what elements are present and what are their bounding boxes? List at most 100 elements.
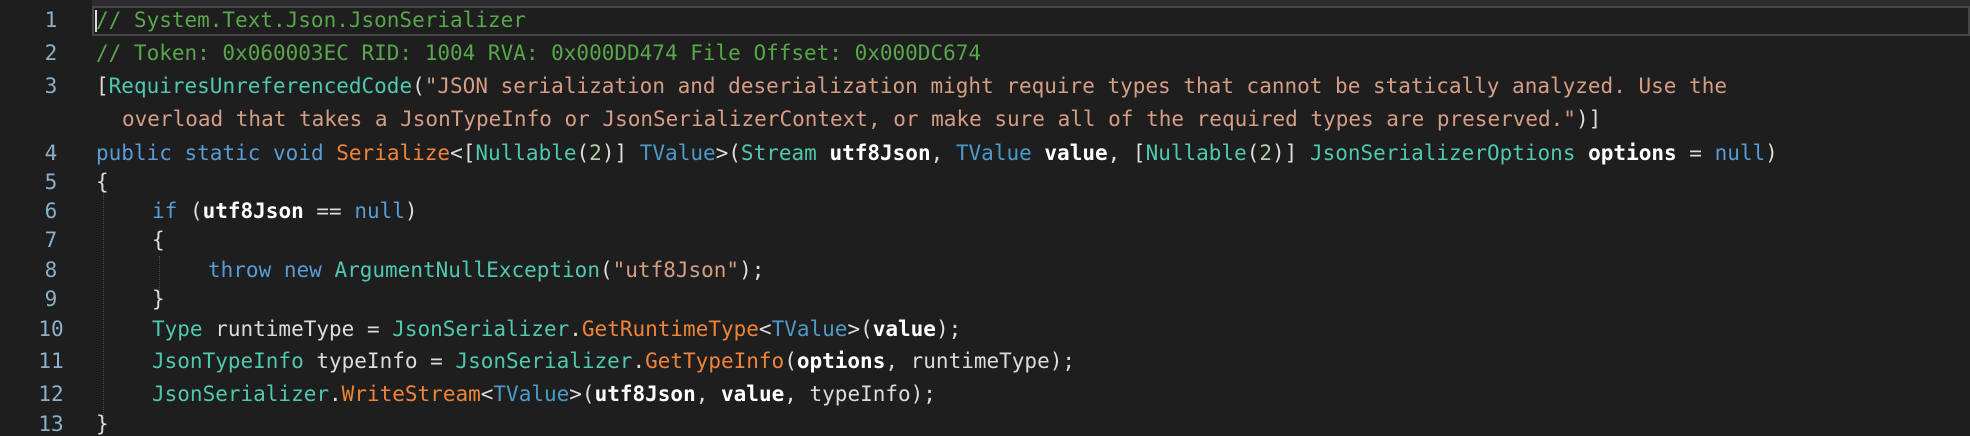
- attribute-name: RequiresUnreferencedCode: [108, 74, 413, 98]
- code-line-3-wrap[interactable]: overload that takes a JsonTypeInfo or Js…: [122, 104, 1601, 134]
- punct: (: [599, 258, 613, 282]
- keyword: public: [96, 141, 172, 165]
- code-line-9[interactable]: }: [152, 284, 165, 314]
- punct: (: [576, 141, 590, 165]
- attribute-name: Nullable: [475, 141, 577, 165]
- type-name: ArgumentNullException: [334, 258, 600, 282]
- punct: (: [1246, 141, 1260, 165]
- class-name: JsonSerializer: [455, 349, 633, 373]
- keyword: null: [1714, 141, 1766, 165]
- parameter: utf8Json: [594, 382, 696, 406]
- punct: .: [569, 317, 582, 341]
- variable-decl: runtimeType =: [202, 317, 393, 341]
- punct: <[: [450, 141, 476, 165]
- brace: {: [152, 228, 165, 252]
- punct: >(: [569, 382, 595, 406]
- method-name: GetTypeInfo: [645, 349, 785, 373]
- punct: ,: [930, 141, 956, 165]
- class-name: JsonSerializer: [152, 382, 330, 406]
- method-name: GetRuntimeType: [581, 317, 759, 341]
- code-line-8[interactable]: throw new ArgumentNullException("utf8Jso…: [208, 255, 764, 285]
- paren: (: [412, 74, 425, 98]
- code-line-10[interactable]: Type runtimeType = JsonSerializer.GetRun…: [152, 314, 961, 344]
- punct: >(: [847, 317, 873, 341]
- keyword: throw: [208, 258, 272, 282]
- keyword: if: [152, 199, 178, 223]
- punct: ,: [695, 382, 722, 406]
- punct: );: [935, 317, 962, 341]
- punct: , typeInfo);: [784, 382, 936, 406]
- line-number: 13: [38, 412, 64, 436]
- type-param: TValue: [771, 317, 848, 341]
- string-literal: "JSON serialization and deserialization …: [424, 74, 1727, 98]
- type-name: JsonSerializerOptions: [1309, 141, 1576, 165]
- punct: <: [480, 382, 494, 406]
- method-name: WriteStream: [341, 382, 481, 406]
- keyword: new: [283, 258, 322, 282]
- parameter: value: [872, 317, 936, 341]
- code-editor[interactable]: 1 2 3 4 5 6 7 8 9 10 11 12 13 // System.…: [0, 0, 1970, 436]
- code-line-7[interactable]: {: [152, 225, 165, 255]
- comment: // System.Text.Json.JsonSerializer: [96, 8, 526, 32]
- line-number: 10: [38, 317, 64, 341]
- line-number: 2: [44, 41, 58, 65]
- string-literal: overload that takes a JsonTypeInfo or Js…: [122, 107, 1576, 131]
- keyword: void: [273, 141, 324, 165]
- number: 2: [589, 141, 602, 165]
- type-param: TValue: [639, 141, 716, 165]
- attribute-name: Nullable: [1145, 141, 1247, 165]
- code-line-6[interactable]: if (utf8Json == null): [152, 196, 418, 226]
- punct: (: [784, 349, 797, 373]
- class-name: JsonSerializer: [392, 317, 570, 341]
- punct: .: [329, 382, 342, 406]
- code-line-1[interactable]: // System.Text.Json.JsonSerializer: [96, 5, 526, 35]
- parameter: options: [796, 349, 886, 373]
- parameter: utf8Json: [202, 199, 304, 223]
- method-name: Serialize: [336, 141, 451, 165]
- punct: <: [758, 317, 772, 341]
- type-param: TValue: [493, 382, 570, 406]
- punct: )]: [601, 141, 640, 165]
- line-number: 5: [44, 170, 58, 194]
- punct: ): [1765, 141, 1778, 165]
- code-line-12[interactable]: JsonSerializer.WriteStream<TValue>(utf8J…: [152, 379, 936, 409]
- type-name: Type: [152, 317, 203, 341]
- line-number: 12: [38, 382, 64, 406]
- bracket: [: [96, 74, 109, 98]
- punct: )]: [1272, 141, 1310, 165]
- number: 2: [1259, 141, 1273, 165]
- type-name: Stream: [740, 141, 817, 165]
- parameter: utf8Json: [829, 141, 931, 165]
- line-number: 9: [44, 287, 58, 311]
- punct: (: [177, 199, 203, 223]
- code-line-11[interactable]: JsonTypeInfo typeInfo = JsonSerializer.G…: [152, 346, 1075, 376]
- line-number: 11: [38, 349, 64, 373]
- operator: ==: [303, 199, 355, 223]
- punct: =: [1676, 141, 1715, 165]
- line-number: 4: [44, 141, 58, 165]
- punct: >(: [715, 141, 741, 165]
- punct: , [: [1107, 141, 1146, 165]
- parameter: value: [1044, 141, 1108, 165]
- code-line-3[interactable]: [RequiresUnreferencedCode("JSON serializ…: [96, 71, 1727, 101]
- line-number: 7: [44, 228, 58, 252]
- code-line-4[interactable]: public static void Serialize<[Nullable(2…: [96, 138, 1778, 168]
- parameter: options: [1588, 141, 1677, 165]
- punct: , runtimeType);: [885, 349, 1076, 373]
- punct: .: [632, 349, 646, 373]
- line-number: 3: [44, 74, 58, 98]
- keyword: static: [184, 141, 261, 165]
- line-number: 8: [44, 258, 58, 282]
- brace: }: [152, 287, 165, 311]
- type-name: JsonTypeInfo: [152, 349, 304, 373]
- punct: ): [404, 199, 418, 223]
- comment: // Token: 0x060003EC RID: 1004 RVA: 0x00…: [96, 41, 982, 65]
- keyword: null: [354, 199, 405, 223]
- bracket: )]: [1575, 107, 1602, 131]
- code-line-5[interactable]: {: [96, 167, 109, 197]
- code-line-13[interactable]: }: [96, 409, 109, 436]
- brace: }: [96, 412, 109, 436]
- punct: );: [739, 258, 765, 282]
- code-line-2[interactable]: // Token: 0x060003EC RID: 1004 RVA: 0x00…: [96, 38, 981, 68]
- parameter: value: [721, 382, 785, 406]
